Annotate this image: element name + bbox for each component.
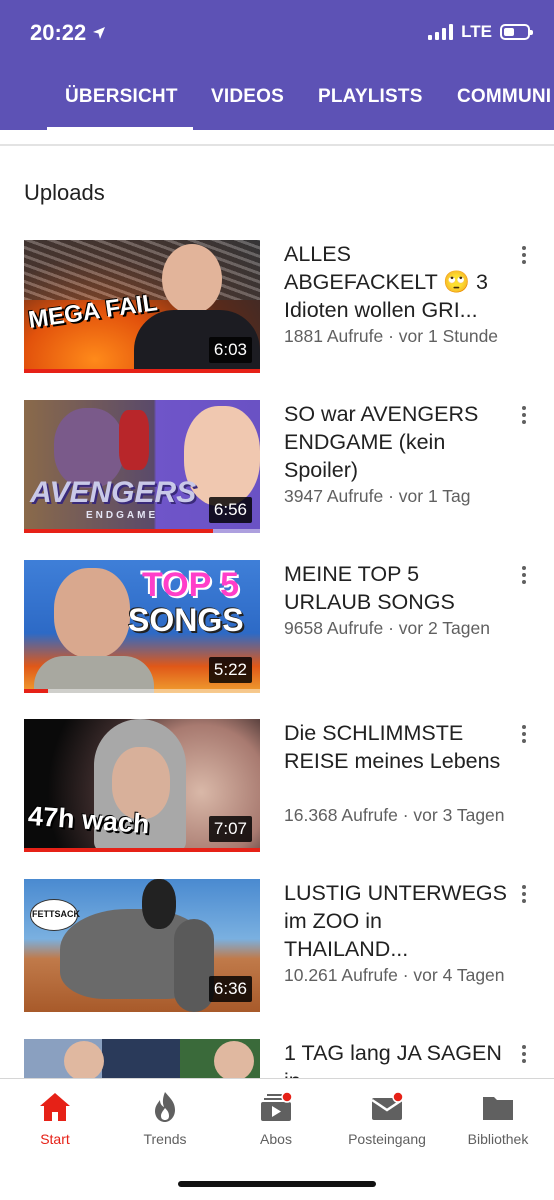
- thumbnail-subcaption: SONGS: [128, 602, 244, 638]
- video-title[interactable]: ALLES ABGEFACKELT 🙄 3 Idioten wollen GRI…: [284, 240, 509, 324]
- watch-progress-bar: [24, 529, 213, 533]
- nav-start[interactable]: Start: [0, 1091, 110, 1147]
- nav-posteingang[interactable]: Posteingang: [332, 1091, 442, 1147]
- video-meta: 10.261 Aufrufe · vor 4 Tagen: [284, 965, 505, 985]
- location-arrow-icon: [93, 27, 106, 39]
- video-meta: 3947 Aufrufe · vor 1 Tag: [284, 486, 471, 506]
- video-title[interactable]: 1 TAG lang JA SAGEN in: [284, 1039, 509, 1079]
- home-icon: [40, 1093, 70, 1121]
- video-item[interactable]: FETTSACK 6:36 LUSTIG UNTERWEGS im ZOO in…: [0, 879, 554, 1013]
- nav-abos[interactable]: Abos: [221, 1091, 331, 1147]
- video-item[interactable]: AVENGERS ENDGAME 6:56 SO war AVENGERS EN…: [0, 400, 554, 534]
- video-meta: 9658 Aufrufe · vor 2 Tagen: [284, 618, 490, 638]
- thumbnail-subcaption: ENDGAME: [86, 510, 159, 521]
- more-options-icon[interactable]: [514, 242, 534, 268]
- video-title[interactable]: Die SCHLIMMSTE REISE meines Lebens: [284, 719, 509, 775]
- subscriptions-icon: [261, 1091, 293, 1121]
- video-thumbnail[interactable]: TOP 5 SONGS 5:22: [24, 560, 260, 693]
- status-time: 20:22: [30, 20, 106, 46]
- flame-icon: [155, 1092, 175, 1122]
- tab-community[interactable]: COMMUNI: [457, 86, 551, 108]
- video-title[interactable]: SO war AVENGERS ENDGAME (kein Spoiler): [284, 400, 509, 484]
- nav-label: Posteingang: [348, 1131, 426, 1147]
- video-thumbnail[interactable]: MEGA FAIL 6:03: [24, 240, 260, 373]
- channel-tabs: ÜBERSICHT VIDEOS PLAYLISTS COMMUNI: [0, 72, 554, 130]
- watch-progress-bar: [24, 689, 48, 693]
- video-title[interactable]: LUSTIG UNTERWEGS im ZOO in THAILAND...: [284, 879, 509, 963]
- folder-icon: [483, 1097, 513, 1120]
- network-type: LTE: [461, 22, 492, 41]
- more-options-icon[interactable]: [514, 1041, 534, 1067]
- video-duration: 6:36: [208, 976, 252, 1002]
- more-options-icon[interactable]: [514, 881, 534, 907]
- video-duration: 6:03: [208, 337, 252, 363]
- nav-label: Bibliothek: [467, 1131, 529, 1147]
- nav-trends[interactable]: Trends: [110, 1091, 220, 1147]
- more-options-icon[interactable]: [514, 402, 534, 428]
- nav-label: Trends: [143, 1131, 187, 1147]
- clock: 20:22: [30, 20, 87, 45]
- inbox-icon: [371, 1091, 404, 1120]
- video-meta: 1881 Aufrufe · vor 1 Stunde: [284, 326, 499, 346]
- video-duration: 7:07: [208, 816, 252, 842]
- watch-progress-bar: [24, 369, 260, 373]
- video-thumbnail[interactable]: AVENGERS ENDGAME 6:56: [24, 400, 260, 533]
- more-options-icon[interactable]: [514, 721, 534, 747]
- nav-label: Start: [40, 1131, 70, 1147]
- video-duration: 6:56: [208, 497, 252, 523]
- battery-icon: [500, 24, 533, 40]
- thumbnail-caption: FETTSACK: [32, 909, 80, 919]
- tab-playlists[interactable]: PLAYLISTS: [318, 86, 423, 108]
- more-options-icon[interactable]: [514, 562, 534, 588]
- active-tab-indicator: [47, 127, 193, 130]
- video-title[interactable]: MEINE TOP 5 URLAUB SONGS: [284, 560, 509, 616]
- video-item[interactable]: MEGA FAIL 6:03 ALLES ABGEFACKELT 🙄 3 Idi…: [0, 240, 554, 374]
- nav-label: Abos: [260, 1131, 292, 1147]
- video-item[interactable]: 47h wach 7:07 Die SCHLIMMSTE REISE meine…: [0, 719, 554, 853]
- status-indicators: LTE: [428, 22, 533, 42]
- nav-bibliothek[interactable]: Bibliothek: [443, 1091, 553, 1147]
- video-thumbnail[interactable]: FETTSACK 6:36: [24, 879, 260, 1012]
- home-indicator: [178, 1181, 376, 1187]
- header-divider: [0, 144, 554, 146]
- section-title: Uploads: [24, 180, 105, 205]
- thumbnail-caption: AVENGERS: [30, 476, 197, 509]
- app-header: 20:22 LTE ÜBERSICHT VIDEOS PLAYLISTS COM…: [0, 0, 554, 130]
- watch-progress-bar: [24, 848, 260, 852]
- video-item[interactable]: TOP 5 SONGS 5:22 MEINE TOP 5 URLAUB SONG…: [0, 560, 554, 694]
- tab-overview[interactable]: ÜBERSICHT: [65, 86, 178, 108]
- video-meta: 16.368 Aufrufe · vor 3 Tagen: [284, 805, 505, 825]
- thumbnail-caption: TOP 5: [142, 566, 240, 604]
- signal-icon: [428, 24, 454, 40]
- video-duration: 5:22: [208, 657, 252, 683]
- video-thumbnail[interactable]: 47h wach 7:07: [24, 719, 260, 852]
- tab-videos[interactable]: VIDEOS: [211, 86, 284, 108]
